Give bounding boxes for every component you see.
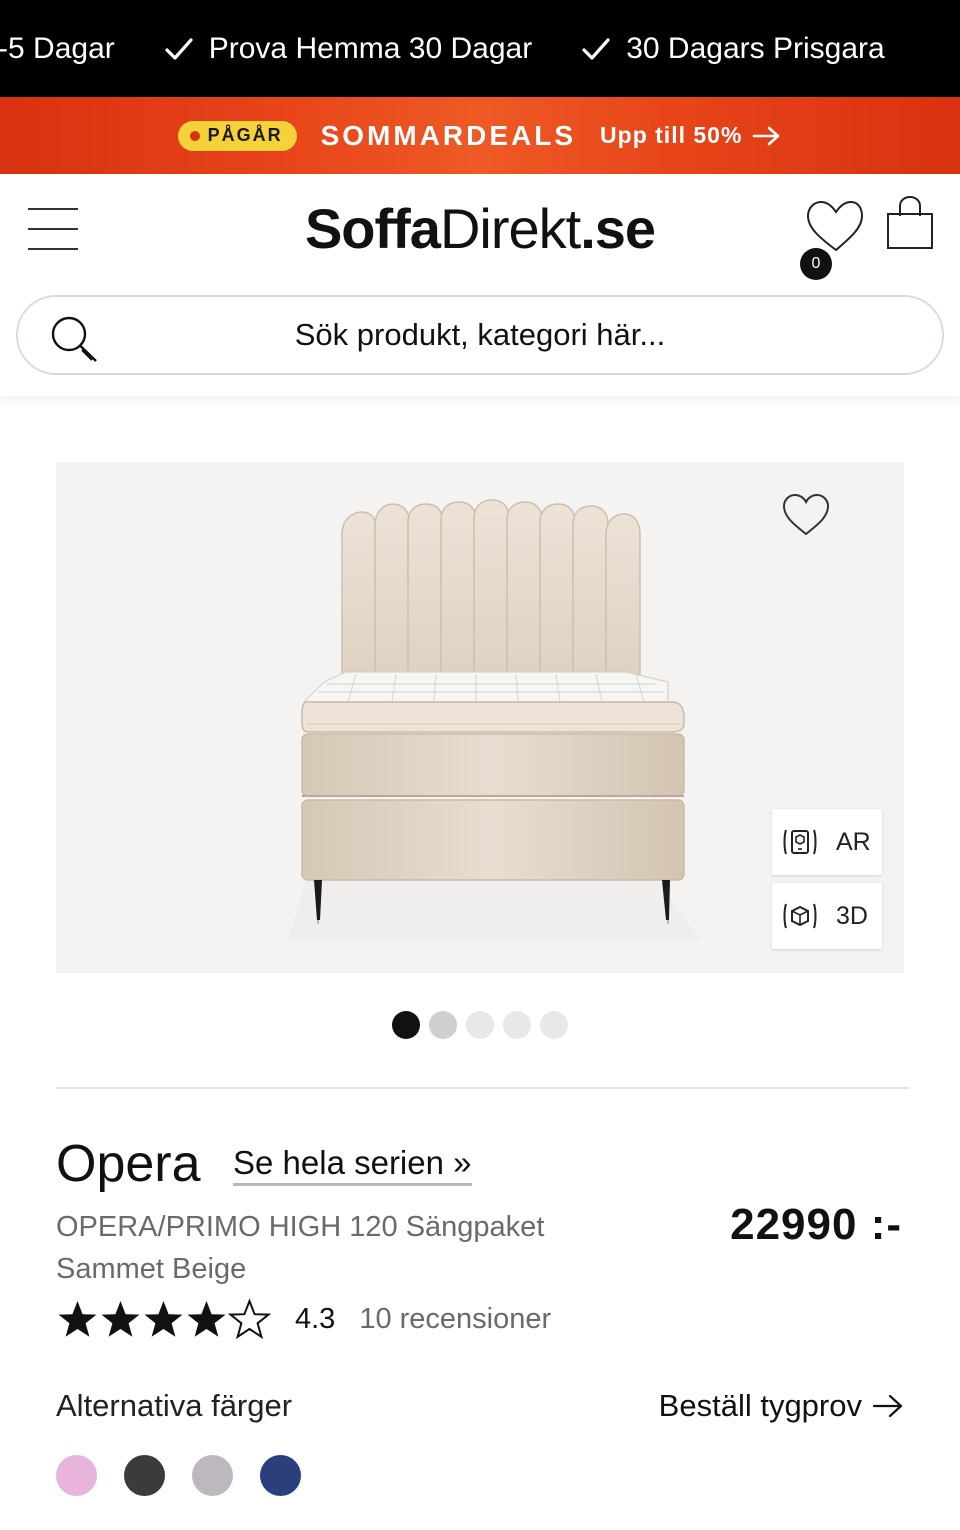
usp-text-price-guarantee: 30 Dagars Prisgara	[626, 31, 885, 65]
product-price: 22990 :-	[730, 1200, 902, 1249]
usp-text-delivery: s 1-5 Dagar	[0, 31, 115, 65]
color-swatch[interactable]	[124, 1455, 165, 1496]
product-image-gallery[interactable]: AR 3D	[56, 462, 904, 973]
promo-link-label: Upp till 50%	[600, 122, 743, 148]
usp-item-try-home: Prova Hemma 30 Dagar	[163, 32, 532, 66]
pagination-dot[interactable]	[429, 1011, 457, 1039]
wishlist-count-badge: 0	[800, 248, 832, 280]
order-fabric-sample-label: Beställ tygprov	[658, 1388, 862, 1423]
star-outline-icon	[228, 1297, 271, 1339]
live-dot-icon	[189, 130, 200, 141]
3d-view-label: 3D	[836, 901, 868, 930]
ar-view-button[interactable]: AR	[772, 809, 882, 875]
3d-icon	[783, 903, 817, 929]
pagination-dot[interactable]	[540, 1011, 568, 1039]
alternative-colors-label: Alternativa färger	[56, 1388, 293, 1423]
promo-link[interactable]: Upp till 50%	[600, 122, 782, 149]
arrow-right-icon	[872, 1394, 903, 1418]
promo-title: SOMMARDEALS	[320, 119, 577, 151]
order-fabric-sample-link[interactable]: Beställ tygprov	[659, 1388, 904, 1424]
cart-icon	[887, 195, 933, 249]
rating-value: 4.3	[295, 1302, 336, 1335]
usp-track: s 1-5 Dagar Prova Hemma 30 Dagar 30 Daga…	[0, 0, 885, 97]
promo-badge-label: PÅGÅR	[207, 125, 283, 145]
favorite-button[interactable]	[780, 492, 832, 540]
color-swatches	[56, 1455, 301, 1496]
usp-bar: s 1-5 Dagar Prova Hemma 30 Dagar 30 Daga…	[0, 0, 960, 97]
logo-part-tld: .se	[580, 197, 656, 260]
ar-icon	[783, 829, 817, 855]
3d-view-button[interactable]: 3D	[772, 883, 882, 949]
ar-view-label: AR	[836, 827, 871, 856]
color-swatch[interactable]	[56, 1455, 97, 1496]
product-name: Opera	[56, 1135, 201, 1193]
search-bar[interactable]: Sök produkt, kategori här...	[16, 295, 944, 375]
wishlist-button[interactable]: 0	[800, 198, 864, 280]
usp-text-try-home: Prova Hemma 30 Dagar	[208, 31, 533, 65]
review-count[interactable]: 10 recensioner	[359, 1303, 551, 1336]
check-icon	[165, 37, 193, 60]
site-header: SoffaDirekt.se 0 Sök produkt, kategori h…	[0, 174, 960, 396]
product-rating[interactable]: 4.3 10 recensioner	[56, 1296, 551, 1342]
promo-banner[interactable]: PÅGÅR SOMMARDEALS Upp till 50%	[0, 97, 960, 174]
cart-button[interactable]	[884, 194, 936, 254]
series-link[interactable]: Se hela serien »	[233, 1144, 472, 1186]
arrow-right-icon	[753, 126, 780, 145]
color-swatch[interactable]	[192, 1455, 233, 1496]
gallery-pagination	[0, 1011, 960, 1039]
section-divider	[56, 1087, 909, 1089]
heart-icon	[782, 493, 830, 536]
color-swatch[interactable]	[260, 1455, 301, 1496]
promo-status-badge: PÅGÅR	[177, 120, 297, 151]
pagination-dot-active[interactable]	[392, 1011, 420, 1039]
rating-stars	[56, 1297, 271, 1341]
star-filled-icon	[144, 1300, 183, 1337]
usp-item-price-guarantee: 30 Dagars Prisgara	[580, 31, 885, 66]
logo-part-soffa: Soffa	[304, 197, 441, 260]
star-filled-icon	[58, 1300, 97, 1337]
check-icon	[582, 37, 610, 60]
usp-item-delivery: s 1-5 Dagar	[0, 32, 115, 66]
search-icon	[51, 316, 97, 362]
logo-part-direkt: Direkt	[439, 197, 581, 260]
star-filled-icon	[187, 1300, 226, 1337]
search-input[interactable]: Sök produkt, kategori här...	[18, 317, 942, 353]
pagination-dot[interactable]	[503, 1011, 531, 1039]
pagination-dot[interactable]	[466, 1011, 494, 1039]
product-subtitle: OPERA/PRIMO HIGH 120 Sängpaket Sammet Be…	[56, 1211, 545, 1285]
star-filled-icon	[101, 1300, 140, 1337]
